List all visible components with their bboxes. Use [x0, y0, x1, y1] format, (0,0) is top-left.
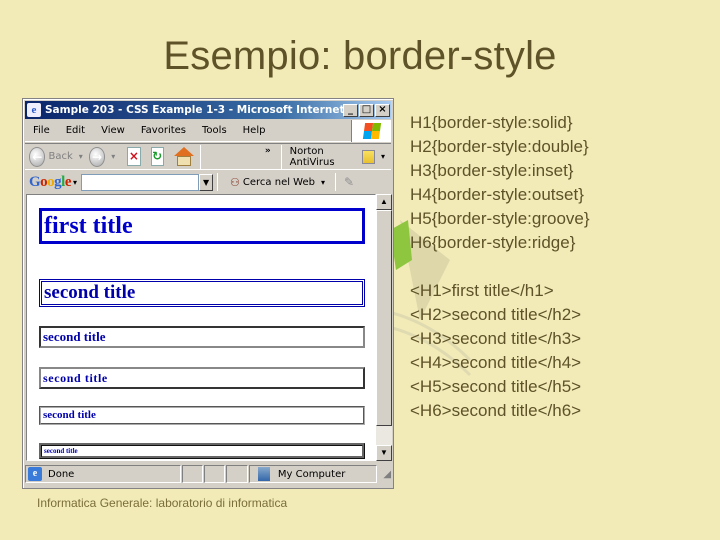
- html-line: <H5>second title</h5>: [410, 377, 582, 396]
- vertical-scrollbar[interactable]: ▲ ▼: [376, 194, 392, 461]
- google-logo[interactable]: Google: [29, 174, 72, 191]
- cerca-dropdown-icon[interactable]: ▾: [321, 178, 325, 187]
- back-arrow-icon[interactable]: ←: [29, 146, 46, 167]
- toolbar-separator: [217, 173, 219, 191]
- heading-h5-groove: second title: [39, 406, 365, 425]
- slide-footer: Informatica Generale: laboratorio di inf…: [37, 496, 288, 510]
- google-menu-dropdown-icon[interactable]: ▾: [73, 178, 77, 187]
- css-rule: H3{border-style:inset}: [410, 161, 574, 180]
- scrollbar-thumb[interactable]: [376, 210, 392, 426]
- status-zone: My Computer: [248, 465, 378, 483]
- slide-title: Esempio: border-style: [163, 34, 557, 78]
- norton-dropdown-icon[interactable]: ▾: [381, 152, 385, 161]
- html-code-list: <H1>first title</h1> <H2>second title</h…: [410, 279, 581, 423]
- toolbar-separator: [280, 144, 282, 169]
- back-button-label[interactable]: Back: [48, 151, 72, 162]
- status-panel: [226, 465, 248, 483]
- menu-tools[interactable]: Tools: [194, 125, 235, 136]
- css-rules-list: H1{border-style:solid} H2{border-style:d…: [410, 111, 590, 255]
- google-toolbar: Google ▾ ▼ ⚇ Cerca nel Web ▾ ✎: [25, 171, 391, 193]
- menu-help[interactable]: Help: [235, 125, 274, 136]
- my-computer-icon: [257, 467, 270, 481]
- css-rule: H1{border-style:solid}: [410, 113, 573, 132]
- menu-view[interactable]: View: [93, 125, 133, 136]
- page-done-icon: e: [28, 467, 42, 481]
- windows-logo-icon: [362, 123, 382, 139]
- back-dropdown-icon[interactable]: ▾: [79, 152, 83, 161]
- status-bar: e Done My Computer ◢: [25, 462, 391, 486]
- heading-h6-ridge: second title: [39, 443, 365, 459]
- search-history-dropdown-icon[interactable]: ▼: [199, 173, 214, 191]
- windows-logo-box: [351, 120, 391, 142]
- scroll-up-icon[interactable]: ▲: [376, 194, 392, 210]
- heading-h2-double: second title: [39, 279, 365, 307]
- html-line: <H4>second title</h4>: [410, 353, 582, 372]
- html-line: <H2>second title</h2>: [410, 305, 582, 324]
- page-content: first title second title second title se…: [26, 194, 376, 461]
- stop-icon[interactable]: ×: [127, 147, 141, 166]
- google-search-input[interactable]: [81, 173, 200, 191]
- html-line: <H1>first title</h1>: [410, 281, 554, 300]
- zone-text: My Computer: [277, 468, 346, 480]
- css-rule: H5{border-style:groove}: [410, 209, 590, 228]
- window-title: Sample 203 - CSS Example 1-3 - Microsoft…: [45, 104, 343, 116]
- heading-h1-solid: first title: [39, 208, 365, 244]
- heading-h4-outset: second title: [39, 367, 365, 389]
- menu-edit[interactable]: Edit: [58, 125, 93, 136]
- norton-antivirus-button[interactable]: Norton AntiVirus: [290, 146, 356, 168]
- html-line: <H3>second title</h3>: [410, 329, 582, 348]
- html-line: <H6>second title</h6>: [410, 401, 582, 420]
- status-panel: [181, 465, 204, 483]
- heading-h3-inset: second title: [39, 326, 365, 348]
- css-rule: H2{border-style:double}: [410, 137, 589, 156]
- refresh-icon[interactable]: ↻: [150, 147, 164, 166]
- menu-favorites[interactable]: Favorites: [133, 125, 194, 136]
- window-titlebar[interactable]: e Sample 203 - CSS Example 1-3 - Microso…: [25, 101, 391, 119]
- internet-explorer-icon: e: [27, 103, 41, 117]
- toolbar-separator: [199, 144, 201, 169]
- forward-arrow-icon[interactable]: →: [88, 146, 106, 167]
- highlighter-icon[interactable]: ✎: [344, 175, 354, 189]
- maximize-button[interactable]: □: [359, 103, 374, 117]
- css-rule: H6{border-style:ridge}: [410, 233, 576, 252]
- menu-bar: File Edit View Favorites Tools Help: [25, 120, 391, 142]
- minimize-button[interactable]: _: [343, 103, 358, 117]
- css-rule: H4{border-style:outset}: [410, 185, 584, 204]
- norton-icon[interactable]: [361, 149, 375, 164]
- toolbar-separator: [335, 173, 337, 191]
- status-text: Done: [48, 468, 75, 480]
- status-panel: [204, 465, 226, 483]
- status-main: e Done: [25, 465, 181, 483]
- standard-toolbar: ← Back ▾ → ▾ × ↻ » Norton AntiVirus ▾: [25, 143, 391, 170]
- home-icon[interactable]: [173, 146, 194, 167]
- resize-grip-icon[interactable]: ◢: [383, 469, 391, 480]
- scroll-down-icon[interactable]: ▼: [376, 445, 392, 461]
- browser-window: e Sample 203 - CSS Example 1-3 - Microso…: [22, 98, 394, 489]
- forward-dropdown-icon[interactable]: ▾: [111, 152, 115, 161]
- close-button[interactable]: ×: [375, 103, 390, 117]
- binoculars-icon[interactable]: ⚇: [230, 176, 240, 189]
- menu-file[interactable]: File: [25, 125, 58, 136]
- cerca-nel-web-button[interactable]: Cerca nel Web: [243, 177, 315, 188]
- toolbar-chevron-icon[interactable]: »: [265, 146, 271, 156]
